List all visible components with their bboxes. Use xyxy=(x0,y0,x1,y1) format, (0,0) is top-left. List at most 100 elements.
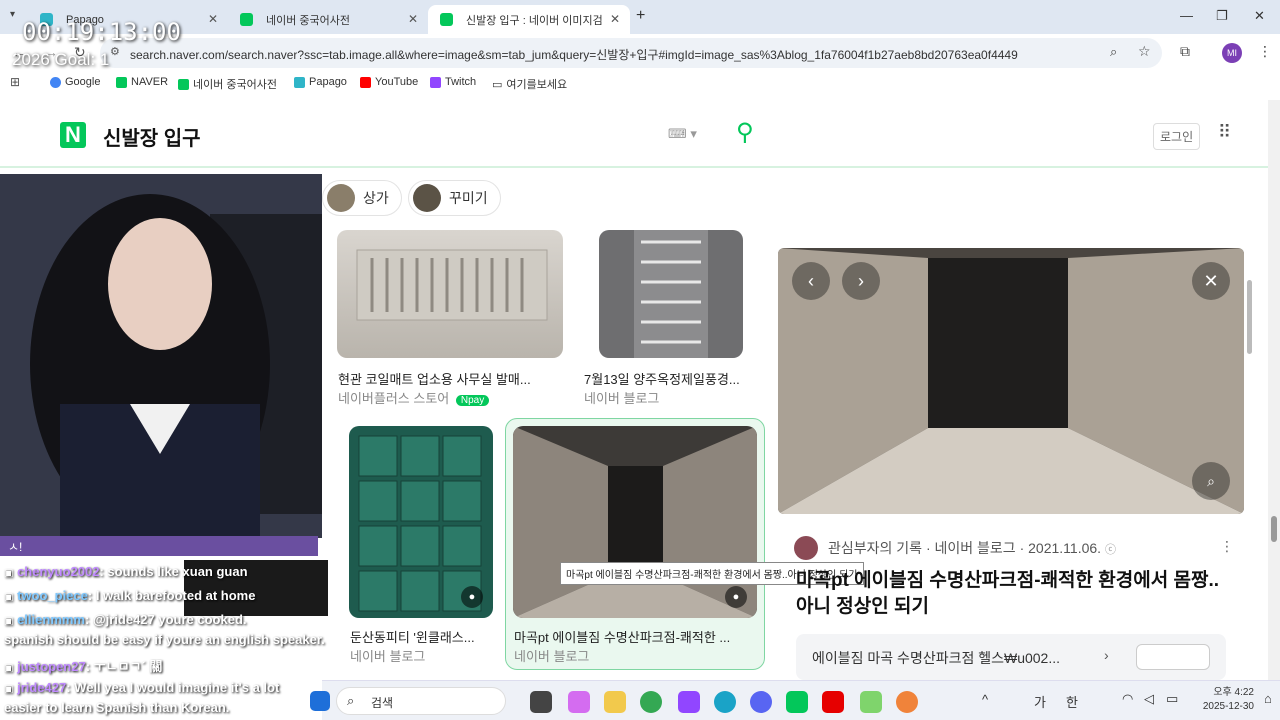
extensions-icon[interactable]: ⧉ xyxy=(1180,43,1190,60)
result-title[interactable]: 마곡pt 에이블짐 수명산파크점-쾌적한 ... xyxy=(514,627,730,646)
result-title[interactable]: 둔산동피티 '윈클래스... xyxy=(350,627,475,646)
paint-icon[interactable] xyxy=(896,691,918,713)
result-title[interactable]: 현관 코일매트 업소용 사무실 발매... xyxy=(338,369,531,388)
bookmark-naver[interactable]: NAVER xyxy=(116,76,168,88)
chat-user[interactable]: chenyuo2002 xyxy=(17,564,99,579)
google-icon xyxy=(50,76,61,88)
close-icon[interactable]: ✕ xyxy=(610,12,620,26)
zoom-icon[interactable]: ⌕ xyxy=(1110,44,1117,60)
windows-start-icon[interactable] xyxy=(310,691,330,711)
grid-menu-icon[interactable]: ⠿ xyxy=(1218,122,1231,143)
twitch-icon xyxy=(430,76,441,88)
result-source[interactable]: 네이버플러스 스토어 Npay xyxy=(338,388,490,407)
page-scrollbar[interactable] xyxy=(1268,100,1280,680)
menu-icon[interactable]: ⋮ xyxy=(1258,43,1272,60)
profile-avatar[interactable]: MI xyxy=(1222,43,1242,63)
battery-icon[interactable]: ▭ xyxy=(1166,691,1178,707)
volume-icon[interactable]: ◁ xyxy=(1144,691,1154,707)
tab-image-search[interactable]: 신발장 입구 : 네이버 이미지검 ✕ xyxy=(428,5,630,34)
result-image-shelves[interactable] xyxy=(599,230,743,358)
taskbar-search[interactable]: ⌕ 검색 xyxy=(336,687,506,715)
apps-icon[interactable]: ⊞ xyxy=(10,75,20,89)
chip-sangga[interactable]: 상가 xyxy=(322,180,402,216)
bookmark-star-icon[interactable]: ☆ xyxy=(1138,43,1151,60)
chat-text: : sounds like xuan guan xyxy=(99,564,248,579)
location-pin-icon[interactable]: ● xyxy=(461,586,483,608)
tab-dictionary[interactable]: 네이버 중국어사전 ✕ xyxy=(228,5,428,34)
author-avatar[interactable] xyxy=(794,536,818,560)
ime-mode[interactable]: 가 xyxy=(1034,692,1046,711)
bookmark-twitch[interactable]: Twitch xyxy=(430,76,476,88)
detail-image[interactable]: ‹ › ✕ ⌕ xyxy=(778,248,1244,514)
minimize-icon[interactable]: — xyxy=(1180,8,1193,23)
youtube-icon[interactable] xyxy=(822,691,844,713)
taskbar-clock[interactable]: 오후 4:22 2025-12-30 xyxy=(1194,686,1254,714)
edge-icon[interactable] xyxy=(714,691,736,713)
result-image-gym-lockers[interactable]: ● xyxy=(513,426,757,618)
naver-logo[interactable]: N xyxy=(60,122,86,148)
bookmark-papago[interactable]: Papago xyxy=(294,76,347,88)
result-image-green-lockers[interactable]: ● xyxy=(349,426,493,618)
login-button[interactable]: 로그인 xyxy=(1153,123,1201,150)
scrollbar-thumb[interactable] xyxy=(1271,516,1277,542)
file-explorer-icon[interactable] xyxy=(604,691,626,713)
detail-scrollbar[interactable] xyxy=(1246,250,1254,660)
keyboard-icon[interactable]: ⌨ ▾ xyxy=(668,126,697,142)
address-bar[interactable]: ⚙ search.naver.com/search.naver?ssc=tab.… xyxy=(100,38,1162,68)
copilot-icon[interactable] xyxy=(568,691,590,713)
notification-icon[interactable]: ⌂ xyxy=(1264,691,1272,706)
chrome-icon[interactable] xyxy=(640,691,662,713)
related-link[interactable]: 에이블짐 마곡 수명산파크점 헬스₩u002... › xyxy=(796,634,1226,680)
search-icon[interactable]: ⚲ xyxy=(736,118,754,147)
restore-icon[interactable]: ❐ xyxy=(1216,8,1228,24)
more-options-icon[interactable]: ⋮ xyxy=(1220,538,1234,555)
youtube-icon xyxy=(360,76,371,88)
chip-label: 상가 xyxy=(363,190,389,206)
detail-scrollbar-thumb[interactable] xyxy=(1247,280,1252,354)
close-window-icon[interactable]: ✕ xyxy=(1254,8,1265,24)
chip-ggumigi[interactable]: 꾸미기 xyxy=(408,180,501,216)
ime-language[interactable]: 한 xyxy=(1066,692,1078,711)
map-button[interactable] xyxy=(1136,644,1210,670)
result-source[interactable]: 네이버 블로그 xyxy=(350,646,425,665)
chevron-up-icon[interactable]: ^ xyxy=(982,692,988,707)
close-detail-button[interactable]: ✕ xyxy=(1192,262,1230,300)
naver-icon xyxy=(240,13,253,26)
tab-search-icon[interactable]: ▾ xyxy=(10,9,15,20)
result-title[interactable]: 7월13일 양주옥정제일풍경... xyxy=(584,369,740,388)
bookmark-label: Google xyxy=(65,76,101,88)
site-info-icon[interactable]: ⚙ xyxy=(110,45,120,58)
naver-icon[interactable] xyxy=(786,691,808,713)
result-source[interactable]: 네이버 블로그 xyxy=(514,646,589,665)
wifi-icon[interactable]: ◠ xyxy=(1122,691,1133,707)
task-view-icon[interactable] xyxy=(530,691,552,713)
author-name[interactable]: 관심부자의 기록 xyxy=(828,540,922,556)
detail-source[interactable]: 네이버 블로그 xyxy=(935,540,1016,556)
result-image-mat[interactable] xyxy=(337,230,563,358)
chat-user[interactable]: jride427 xyxy=(17,680,66,695)
bookmark-folder[interactable]: ▭ 여기를보세요 xyxy=(492,76,567,92)
chip-label: 꾸미기 xyxy=(449,190,488,206)
detail-title[interactable]: 마곡pt 에이블짐 수명산파크점-쾌적한 환경에서 몸짱..아니 정상인 되기 xyxy=(796,568,1236,620)
discord-icon[interactable] xyxy=(750,691,772,713)
prev-image-button[interactable]: ‹ xyxy=(792,262,830,300)
chat-user[interactable]: justopen27 xyxy=(17,659,86,674)
bookmark-google[interactable]: Google xyxy=(50,76,100,88)
twitch-icon[interactable] xyxy=(678,691,700,713)
chat-message: ▣ jride427: Well yea I would imagine it'… xyxy=(4,680,279,695)
new-tab-icon[interactable]: + xyxy=(636,7,645,25)
close-icon[interactable]: ✕ xyxy=(408,12,418,26)
lens-search-icon[interactable]: ⌕ xyxy=(1192,462,1230,500)
bookmark-youtube[interactable]: YouTube xyxy=(360,76,418,88)
chat-user[interactable]: ellienmmm xyxy=(17,612,85,627)
search-query[interactable]: 신발장 입구 xyxy=(103,122,201,151)
naver-icon xyxy=(440,13,453,26)
location-pin-icon[interactable]: ● xyxy=(725,586,747,608)
bookmarks-bar: ⊞ Google NAVER 네이버 중국어사전 Papago YouTube … xyxy=(0,72,1280,94)
bookmark-dictionary[interactable]: 네이버 중국어사전 xyxy=(178,76,277,92)
next-image-button[interactable]: › xyxy=(842,262,880,300)
chat-user[interactable]: twoo_piece xyxy=(17,588,88,603)
result-source[interactable]: 네이버 블로그 xyxy=(584,388,659,407)
close-icon[interactable]: ✕ xyxy=(208,12,218,26)
notepad-icon[interactable] xyxy=(860,691,882,713)
